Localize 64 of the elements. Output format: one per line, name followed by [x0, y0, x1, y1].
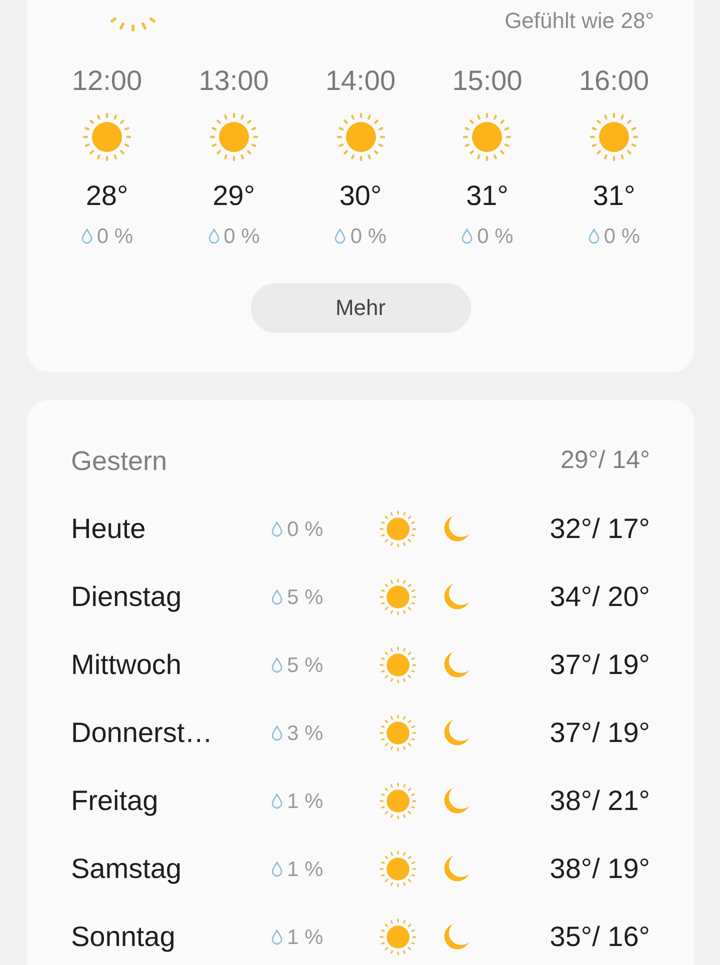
sun-icon [82, 112, 132, 162]
sun-icon [462, 112, 512, 162]
hour-label: 12:00 [72, 64, 142, 98]
hour-label: 13:00 [198, 64, 269, 98]
precipitation-text: 0 % [287, 518, 324, 540]
precipitation-text: 0 % [604, 226, 640, 247]
raindrop-icon [271, 589, 283, 605]
raindrop-icon [271, 929, 283, 945]
raindrop-icon [271, 521, 283, 537]
raindrop-icon [334, 228, 346, 244]
sun-icon [208, 112, 259, 162]
temperature: 29° [212, 182, 255, 210]
sun-icon [589, 112, 639, 162]
day-label: Dienstag [71, 580, 183, 614]
sun-icon [379, 578, 417, 616]
temperature: 30° [339, 182, 382, 210]
temperature: 31° [592, 182, 636, 210]
precipitation-text: 3 % [287, 722, 324, 744]
sun-icon [379, 782, 417, 820]
precipitation-text: 0 % [96, 226, 134, 247]
temperature: 28° [86, 182, 128, 210]
precipitation-text: 0 % [350, 226, 387, 247]
temperature: 31° [466, 182, 508, 210]
more-button[interactable]: Mehr [250, 282, 470, 333]
precipitation-text: 1 % [287, 926, 324, 948]
raindrop-icon [271, 861, 283, 877]
temperature-range: 29°/ 14° [560, 445, 650, 476]
day-label: Heute [71, 512, 147, 546]
feels-like-text: Gefühlt wie 28° [504, 10, 654, 34]
sun-icon [379, 850, 417, 888]
raindrop-icon [271, 725, 283, 741]
raindrop-icon [80, 228, 93, 244]
precipitation-text: 1 % [287, 790, 324, 812]
sun-icon [379, 646, 417, 684]
precipitation-text: 0 % [477, 226, 514, 247]
temperature-range: 38°/ 21° [550, 784, 650, 818]
temperature-range: 38°/ 19° [550, 852, 650, 886]
day-label: Freitag [71, 784, 160, 818]
sun-icon [379, 714, 417, 752]
hour-label: 14:00 [325, 64, 396, 98]
raindrop-icon [588, 228, 600, 244]
temperature-range: 32°/ 17° [550, 512, 650, 546]
raindrop-icon [461, 228, 474, 244]
sun-icon [379, 510, 417, 548]
day-label: Mittwoch [71, 648, 182, 682]
raindrop-icon [208, 228, 220, 244]
sun-icon [379, 918, 417, 956]
temperature-range: 37°/ 19° [550, 648, 650, 682]
precipitation-text: 1 % [287, 858, 324, 880]
day-label: Donnerst… [71, 716, 214, 750]
temperature-range: 37°/ 19° [550, 716, 650, 750]
temperature-range: 34°/ 20° [550, 580, 650, 614]
day-label: Sonntag [71, 920, 176, 954]
precipitation-text: 5 % [287, 586, 324, 608]
hour-label: 16:00 [578, 64, 650, 98]
precipitation-text: 5 % [287, 654, 324, 676]
sun-icon [336, 112, 386, 162]
raindrop-icon [271, 793, 283, 809]
hour-label: 15:00 [452, 64, 522, 98]
day-label: Samstag [71, 852, 182, 886]
precipitation-text: 0 % [224, 226, 260, 247]
day-label: Gestern [71, 444, 168, 478]
raindrop-icon [271, 657, 283, 673]
temperature-range: 35°/ 16° [550, 920, 650, 954]
